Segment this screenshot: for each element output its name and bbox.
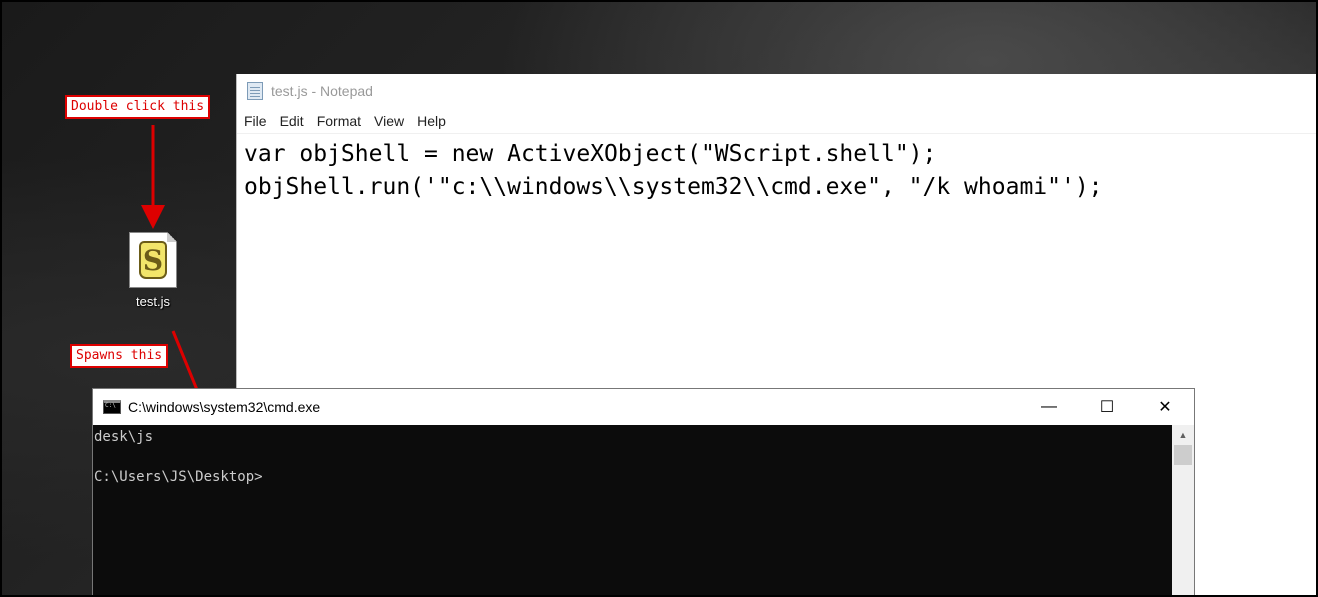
notepad-text-area[interactable]: var objShell = new ActiveXObject("WScrip… [237,134,1316,208]
notepad-titlebar[interactable]: test.js - Notepad [237,74,1316,108]
notepad-title: test.js - Notepad [271,83,373,99]
cmd-icon [103,400,121,414]
desktop-file-label: test.js [136,294,170,309]
menu-file[interactable]: File [244,113,267,129]
annotation-spawns: Spawns this [70,344,169,368]
menu-view[interactable]: View [374,113,404,129]
cmd-titlebar[interactable]: C:\windows\system32\cmd.exe — ☐ ✕ [93,389,1194,425]
annotation-double-click: Double click this [65,95,211,119]
menu-edit[interactable]: Edit [280,113,304,129]
close-button[interactable]: ✕ [1136,389,1194,425]
minimize-button[interactable]: — [1020,389,1078,425]
scroll-up-icon[interactable]: ▲ [1172,425,1194,445]
menu-help[interactable]: Help [417,113,446,129]
javascript-file-icon[interactable] [129,232,177,288]
maximize-button[interactable]: ☐ [1078,389,1136,425]
desktop: test.js - Notepad File Edit Format View … [0,0,1318,597]
cmd-window[interactable]: C:\windows\system32\cmd.exe — ☐ ✕ desk\j… [92,388,1195,595]
scrollbar-thumb[interactable] [1174,445,1192,465]
notepad-menubar: File Edit Format View Help [237,108,1316,134]
desktop-file-test-js[interactable]: test.js [122,232,184,309]
menu-format[interactable]: Format [317,113,361,129]
notepad-icon [247,82,263,100]
script-scroll-icon [139,241,167,279]
cmd-title: C:\windows\system32\cmd.exe [128,399,321,415]
cmd-scrollbar[interactable]: ▲ [1172,425,1194,595]
cmd-console-output[interactable]: desk\js C:\Users\JS\Desktop> [93,425,1172,595]
